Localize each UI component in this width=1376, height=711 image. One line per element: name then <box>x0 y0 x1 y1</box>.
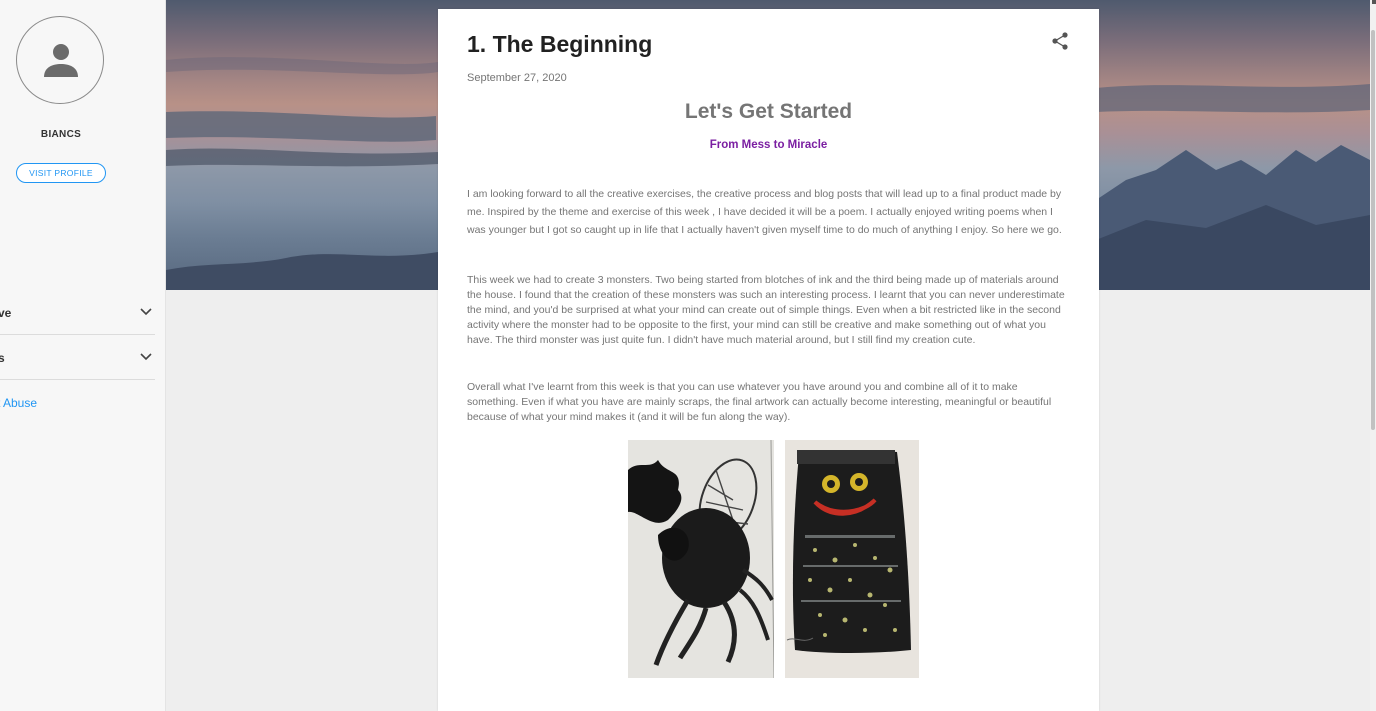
chevron-down-icon[interactable] <box>140 353 152 361</box>
post-title[interactable]: 1. The Beginning <box>467 31 652 58</box>
post-subheadline: From Mess to Miracle <box>709 139 828 151</box>
profile-name: BIANCS <box>40 129 82 140</box>
share-icon[interactable] <box>1050 31 1070 51</box>
post-date: September 27, 2020 <box>467 72 567 84</box>
chevron-down-icon[interactable] <box>140 308 152 316</box>
user-icon <box>44 44 78 77</box>
scrollbar-thumb[interactable] <box>1371 30 1375 430</box>
sidebar-labels-section[interactable]: s <box>0 335 155 380</box>
post-paragraph: Overall what I've learnt from this week … <box>467 381 1052 423</box>
report-abuse-link[interactable]: t Abuse <box>0 396 37 410</box>
robot-monster-image[interactable] <box>785 440 919 678</box>
post-card: 1. The Beginning September 27, 2020 Let'… <box>438 9 1099 711</box>
visit-profile-button[interactable]: VISIT PROFILE <box>16 163 106 183</box>
post-paragraph: This week we had to create 3 monsters. T… <box>467 274 1065 346</box>
ink-fly-monster-image[interactable] <box>628 440 774 678</box>
profile-avatar[interactable] <box>16 16 104 104</box>
profile-sidebar: BIANCS VISIT PROFILE ve s t Abuse <box>0 0 166 711</box>
sidebar-section-label: s <box>0 351 5 365</box>
scroll-up-arrow-icon[interactable] <box>1372 0 1376 4</box>
post-paragraph: I am looking forward to all the creative… <box>467 188 1062 236</box>
post-headline: Let's Get Started <box>684 100 853 123</box>
sidebar-section-label: ve <box>0 306 12 320</box>
sidebar-archive-section[interactable]: ve <box>0 290 155 335</box>
